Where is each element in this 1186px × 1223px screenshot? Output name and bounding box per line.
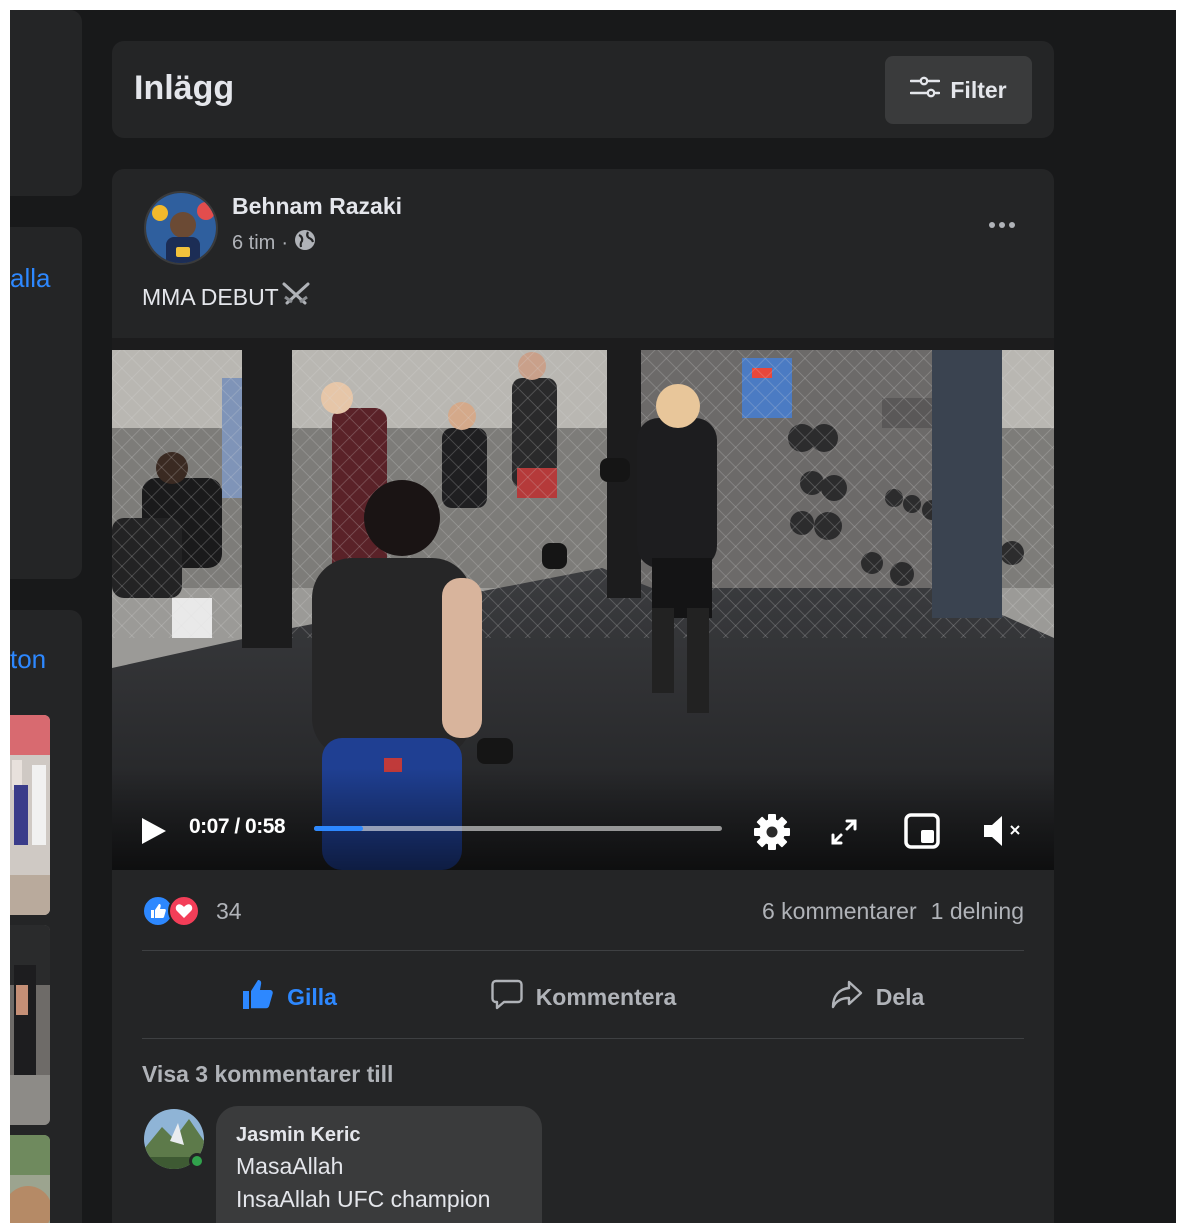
picture-in-picture-icon[interactable] [904,813,940,854]
author-avatar[interactable] [144,191,218,265]
like-button[interactable]: Gilla [142,962,436,1032]
post-text-content: MMA DEBUT [142,283,279,310]
post-actions: Gilla Kommentera Dela [142,962,1024,1032]
posts-header: Inlägg Filter [112,41,1054,138]
post-time[interactable]: 6 tim [232,232,275,255]
left-card-photos: ton [10,610,82,1223]
play-icon[interactable] [140,816,168,851]
settings-icon[interactable] [752,812,792,857]
share-button[interactable]: Dela [730,962,1024,1032]
video-controls: 0:07 / 0:58 [112,790,1054,870]
left-card-middle: alla [10,227,82,579]
reactions-summary: 34 6 kommentarer 1 delning [142,889,1024,933]
video-time: 0:07 / 0:58 [189,815,286,838]
photos-link[interactable]: ton [10,644,46,675]
divider [142,950,1024,951]
engagement-stats: 6 kommentarer 1 delning [762,898,1024,925]
thumbs-up-icon [241,978,275,1016]
comments-count[interactable]: 6 kommentarer [762,898,917,925]
page-title: Inlägg [134,69,235,107]
filter-button[interactable]: Filter [885,56,1032,124]
post-meta: 6 tim · [232,229,316,257]
left-card-link[interactable]: alla [10,263,50,294]
filter-icon [910,76,941,104]
filter-label: Filter [950,76,1007,103]
comment-button[interactable]: Kommentera [436,962,730,1032]
online-status-indicator [189,1153,205,1169]
comment-author[interactable]: Jasmin Keric [236,1124,522,1147]
reaction-count[interactable]: 34 [216,898,242,925]
post-card: Behnam Razaki 6 tim · MMA DEBUT 0:07 / 0… [112,169,1054,1223]
left-card-top [10,10,82,196]
photo-thumbnail[interactable] [10,1135,50,1223]
like-label: Gilla [287,983,337,1010]
globe-icon [294,229,316,257]
feed-viewport: alla ton Inlägg Filter Behnam Razaki 6 t… [10,10,1176,1223]
video-progress-bar[interactable] [314,826,722,831]
video-progress-fill [314,826,363,831]
comment-label: Kommentera [535,983,677,1010]
crossed-swords-icon [281,281,311,313]
photo-thumbnail[interactable] [10,925,50,1125]
post-text: MMA DEBUT [142,281,311,313]
photo-thumbnail[interactable] [10,715,50,915]
love-reaction-icon [168,895,200,927]
view-more-comments[interactable]: Visa 3 kommentarer till [142,1061,393,1088]
video-player[interactable]: 0:07 / 0:58 [112,338,1054,870]
reaction-icons[interactable] [142,895,200,927]
divider [142,1038,1024,1039]
comment-text-line: InsaAllah UFC champion [236,1186,491,1212]
share-icon [830,978,864,1016]
fullscreen-icon[interactable] [830,818,858,851]
post-author[interactable]: Behnam Razaki [232,193,402,220]
muted-volume-icon[interactable] [982,814,1026,853]
comment-bubble: Jasmin Keric MasaAllah InsaAllah UFC cha… [216,1106,542,1223]
comment-text-line: MasaAllah [236,1153,344,1179]
share-label: Dela [875,983,925,1010]
comment-icon [490,978,524,1016]
post-options-button[interactable] [980,207,1024,243]
shares-count[interactable]: 1 delning [931,898,1024,925]
meta-separator: · [281,231,289,254]
